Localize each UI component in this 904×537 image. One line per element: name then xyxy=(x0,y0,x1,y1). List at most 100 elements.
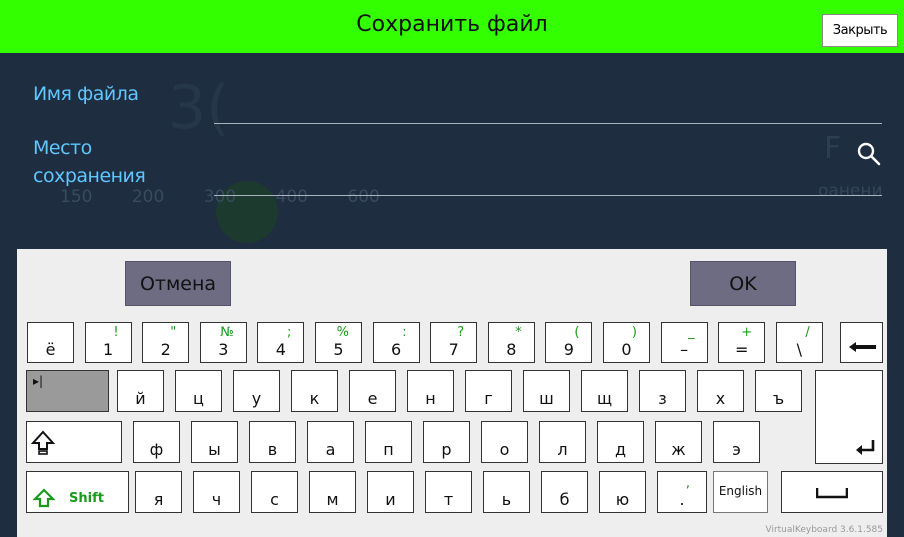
key-row1-5[interactable]: % 5 xyxy=(315,322,362,363)
key-row3-2[interactable]: в xyxy=(249,421,296,463)
key-row1-4-label: 4 xyxy=(275,340,286,359)
key-row1-8-alt: * xyxy=(515,325,522,340)
key-row1-3-alt: № xyxy=(220,325,234,340)
enter-key[interactable] xyxy=(815,370,883,464)
key-row4-3[interactable]: м xyxy=(309,471,356,513)
cancel-button[interactable]: Отмена xyxy=(125,261,231,306)
key-row1-4-alt: ; xyxy=(287,325,292,340)
key-row3-9-label: ж xyxy=(671,440,686,459)
key-row2-4[interactable]: е xyxy=(349,370,396,412)
shift-key[interactable]: Shift xyxy=(26,471,129,513)
key-row1-8[interactable]: * 8 xyxy=(487,322,535,363)
key-row4-3-label: м xyxy=(326,490,339,509)
key-row1-11-alt: _ xyxy=(688,325,695,340)
key-row1-1[interactable]: ! 1 xyxy=(84,322,132,363)
language-label: English xyxy=(718,484,763,498)
key-row2-7-label: ш xyxy=(539,389,554,408)
ok-button[interactable]: OK xyxy=(690,261,796,306)
key-row4-2-label: с xyxy=(270,490,279,509)
key-row2-0-label: й xyxy=(135,389,146,408)
key-row1-4[interactable]: ; 4 xyxy=(257,322,305,363)
key-row3-5-label: р xyxy=(441,440,452,459)
key-row1-3[interactable]: № 3 xyxy=(199,322,247,363)
key-row1-2-alt: " xyxy=(170,325,177,340)
key-row2-7[interactable]: ш xyxy=(523,370,570,412)
key-row2-10[interactable]: х xyxy=(697,370,744,412)
key-row3-0-label: ф xyxy=(149,440,164,459)
key-row3-8[interactable]: д xyxy=(597,421,644,463)
location-label-line1: Место xyxy=(33,137,92,159)
key-row2-5[interactable]: н xyxy=(407,370,454,412)
key-row1-13-alt: / xyxy=(805,325,810,340)
search-icon[interactable] xyxy=(856,141,882,167)
key-row1-6[interactable]: :6 xyxy=(372,322,420,363)
key-row1-11-label: – xyxy=(680,340,689,359)
backspace-key[interactable] xyxy=(840,322,883,363)
key-row1-10[interactable]: ) 0 xyxy=(603,322,650,363)
key-period-main: . xyxy=(679,490,685,509)
key-row1-1-alt: ! xyxy=(113,325,119,340)
key-row3-6[interactable]: о xyxy=(481,421,528,463)
key-row4-2[interactable]: с xyxy=(251,471,298,513)
filename-input[interactable] xyxy=(214,123,882,124)
key-row1-0-label: ё xyxy=(45,340,56,359)
key-row1-0[interactable]: ё xyxy=(27,322,74,363)
key-row1-9[interactable]: (9 xyxy=(545,322,593,363)
key-row1-3-label: 3 xyxy=(218,340,229,359)
key-row2-10-label: х xyxy=(715,389,726,408)
key-row3-1[interactable]: ы xyxy=(191,421,238,463)
caps-lock-icon xyxy=(31,430,55,455)
location-label: Место сохранения xyxy=(33,134,146,190)
key-row1-12[interactable]: + = xyxy=(718,322,766,363)
key-period[interactable]: , . xyxy=(657,471,707,513)
key-row3-9[interactable]: ж xyxy=(655,421,702,463)
key-row3-10[interactable]: э xyxy=(713,421,760,463)
key-row2-2[interactable]: у xyxy=(233,370,280,412)
key-row1-11[interactable]: _ – xyxy=(660,322,708,363)
background-text: оанени xyxy=(818,181,883,201)
key-row3-7-label: л xyxy=(557,440,568,459)
key-row3-0[interactable]: ф xyxy=(133,421,180,463)
location-input[interactable] xyxy=(214,195,882,196)
key-row4-8[interactable]: ю xyxy=(599,471,646,513)
key-row1-6-alt: : xyxy=(402,325,407,340)
key-row3-5[interactable]: р xyxy=(423,421,470,463)
key-row1-1-label: 1 xyxy=(103,340,114,359)
key-row2-2-label: у xyxy=(251,389,262,408)
key-row1-13[interactable]: / \ xyxy=(775,322,823,363)
tab-key[interactable]: ▸| xyxy=(26,370,109,412)
caps-lock-key[interactable] xyxy=(26,421,122,463)
key-row3-7[interactable]: л xyxy=(539,421,586,463)
key-row1-9-alt: ( xyxy=(574,325,580,340)
key-row3-3[interactable]: а xyxy=(307,421,354,463)
space-key[interactable] xyxy=(781,471,883,513)
key-row2-0[interactable]: й xyxy=(117,370,164,412)
key-row4-7[interactable]: б xyxy=(541,471,588,513)
background-scale: 150 200 300 400 600 xyxy=(60,187,380,207)
key-row4-6[interactable]: ь xyxy=(483,471,530,513)
key-row2-8[interactable]: щ xyxy=(581,370,628,412)
key-row3-4[interactable]: п xyxy=(365,421,412,463)
language-key[interactable]: English xyxy=(713,471,768,513)
shift-label: Shift xyxy=(69,491,104,506)
key-row1-7-alt: ? xyxy=(457,325,465,340)
space-icon xyxy=(816,488,848,499)
key-row2-1[interactable]: ц xyxy=(175,370,222,412)
key-row2-3[interactable]: к xyxy=(291,370,338,412)
key-row1-12-alt: + xyxy=(741,325,753,340)
title-bar: Сохранить файл Закрыть xyxy=(0,0,904,53)
key-row1-7[interactable]: ? 7 xyxy=(430,322,478,363)
key-row3-1-label: ы xyxy=(208,440,221,459)
key-row4-6-label: ь xyxy=(501,490,512,509)
key-row4-0[interactable]: я xyxy=(135,471,182,513)
backspace-icon xyxy=(849,342,876,352)
key-row4-1[interactable]: ч xyxy=(193,471,240,513)
close-button[interactable]: Закрыть xyxy=(822,14,898,47)
key-row4-4[interactable]: и xyxy=(367,471,414,513)
key-row4-5[interactable]: т xyxy=(425,471,472,513)
key-row4-0-label: я xyxy=(153,490,164,509)
key-row2-9[interactable]: з xyxy=(639,370,686,412)
key-row1-2[interactable]: " 2 xyxy=(142,322,190,363)
key-row2-6[interactable]: г xyxy=(465,370,512,412)
key-row2-11[interactable]: ъ xyxy=(755,370,802,412)
